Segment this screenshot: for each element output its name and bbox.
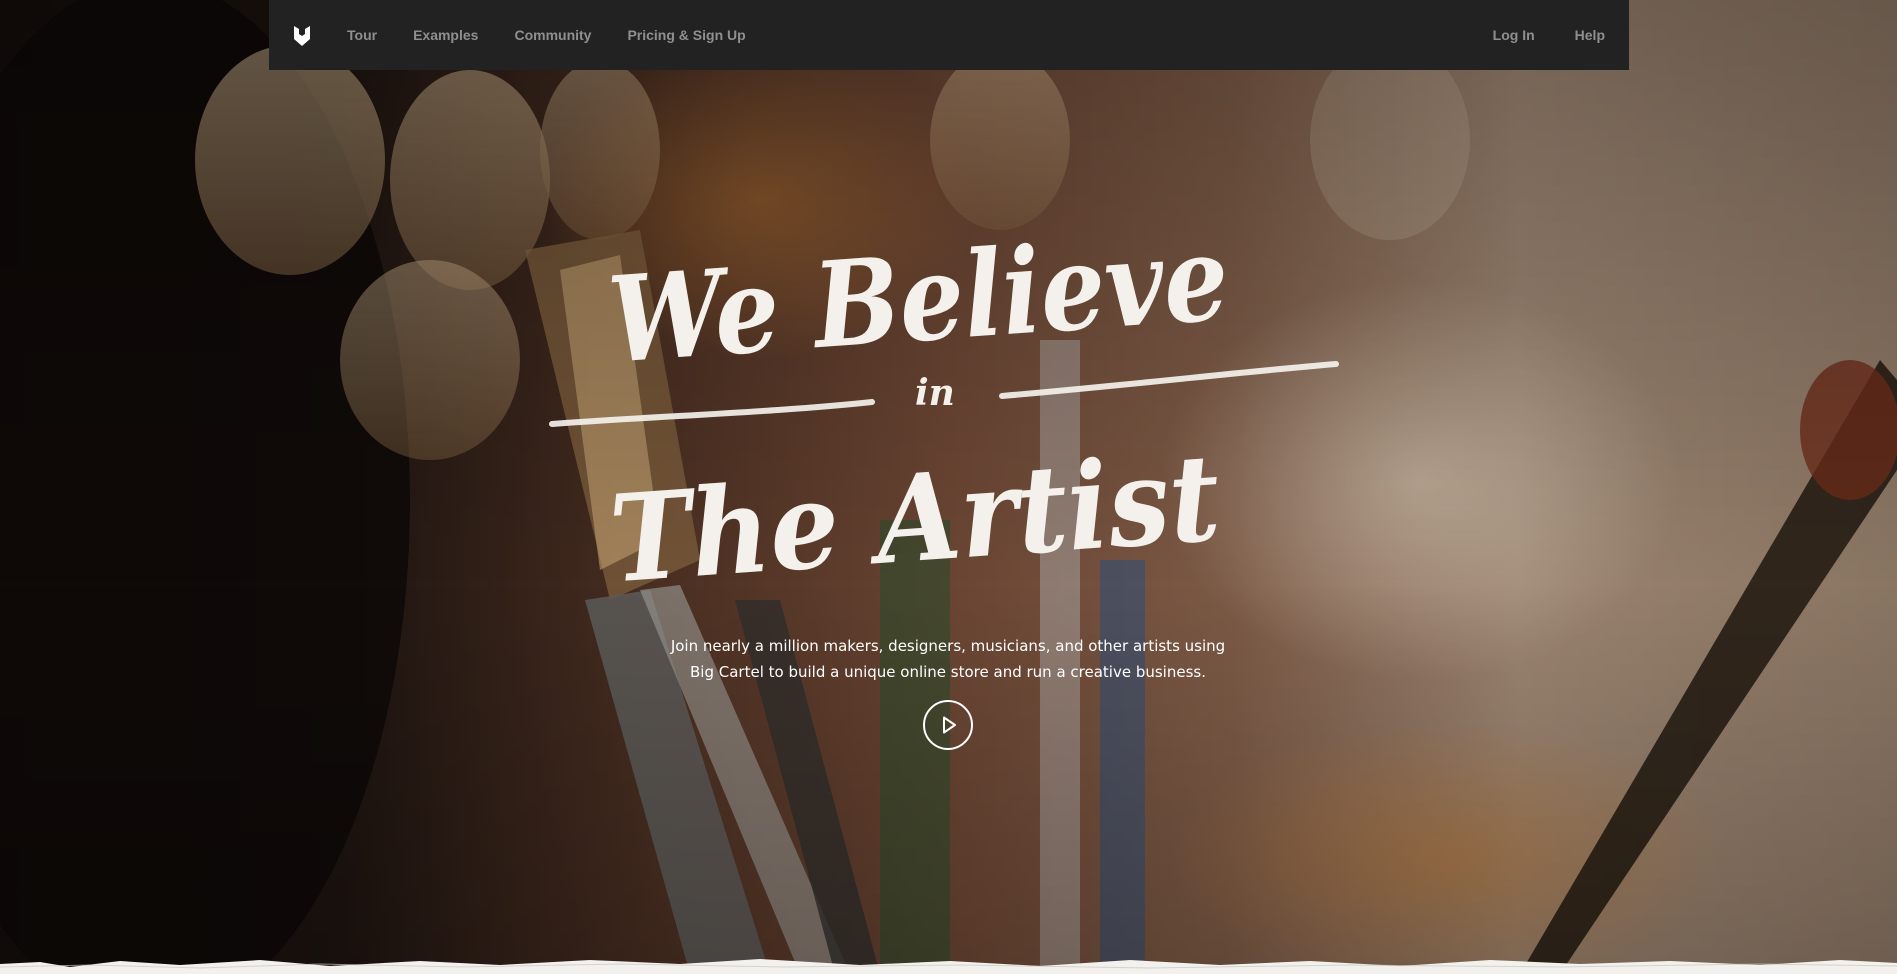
hero-headline: We Believe in The Artist xyxy=(549,208,1339,600)
headline-stroke-right xyxy=(999,361,1339,399)
nav-link-tour[interactable]: Tour xyxy=(347,27,377,43)
headline-stroke-left xyxy=(549,399,875,427)
torn-paper-edge xyxy=(0,959,1897,974)
play-icon xyxy=(943,716,956,734)
nav-right-group: Log In Help xyxy=(1493,27,1605,43)
headline-line-2: The Artist xyxy=(606,427,1224,600)
headline-line-1: We Believe xyxy=(604,208,1232,390)
nav-link-login[interactable]: Log In xyxy=(1493,27,1535,43)
top-navbar: Tour Examples Community Pricing & Sign U… xyxy=(269,0,1629,70)
nav-link-pricing-signup[interactable]: Pricing & Sign Up xyxy=(627,27,745,43)
nav-link-help[interactable]: Help xyxy=(1575,27,1605,43)
nav-link-examples[interactable]: Examples xyxy=(413,27,478,43)
big-cartel-logo-icon[interactable] xyxy=(293,25,311,47)
hero-section: Tour Examples Community Pricing & Sign U… xyxy=(0,0,1897,974)
tagline-line-2: Big Cartel to build a unique online stor… xyxy=(690,663,1206,681)
hero-tagline: Join nearly a million makers, designers,… xyxy=(648,633,1248,685)
tagline-line-1: Join nearly a million makers, designers,… xyxy=(670,637,1226,655)
nav-link-community[interactable]: Community xyxy=(514,27,591,43)
play-video-button[interactable] xyxy=(923,700,973,750)
headline-connector: in xyxy=(915,372,955,414)
